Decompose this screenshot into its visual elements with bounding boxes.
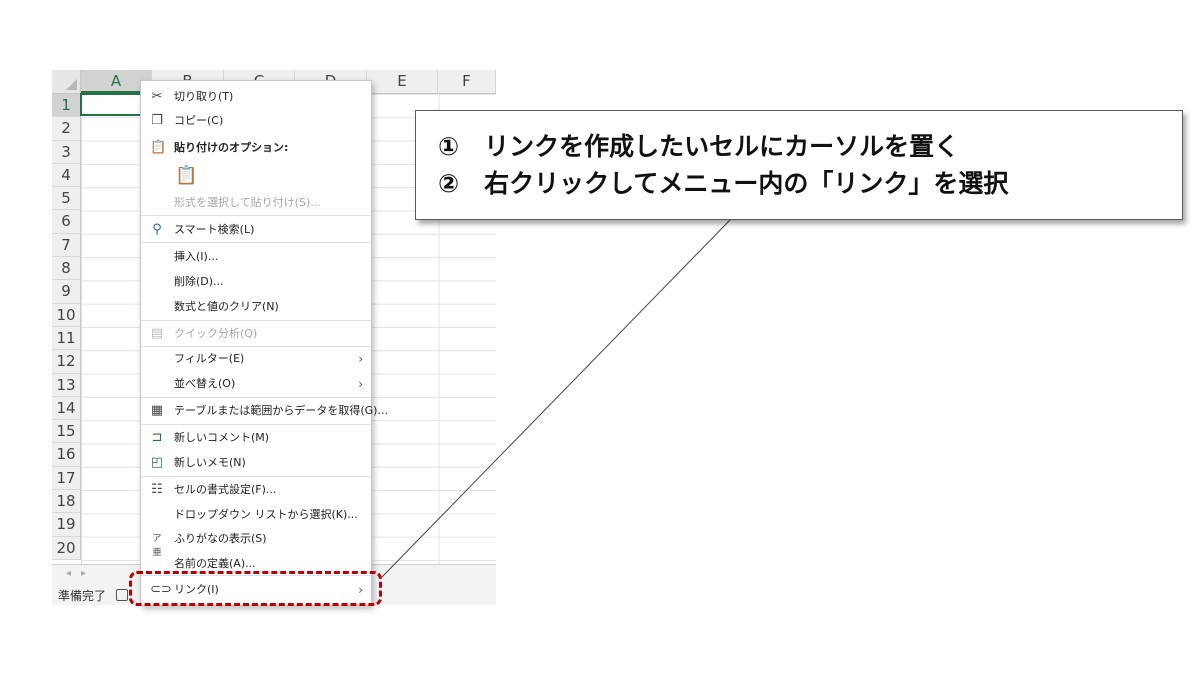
callout-connector-line [381,219,731,578]
instruction-step-1: ① リンクを作成したいセルにカーソルを置く [438,132,960,161]
instruction-step-2: ② 右クリックしてメニュー内の「リンク」を選択 [438,169,1009,198]
instruction-callout: ① リンクを作成したいセルにカーソルを置く ② 右クリックしてメニュー内の「リン… [415,110,1183,220]
